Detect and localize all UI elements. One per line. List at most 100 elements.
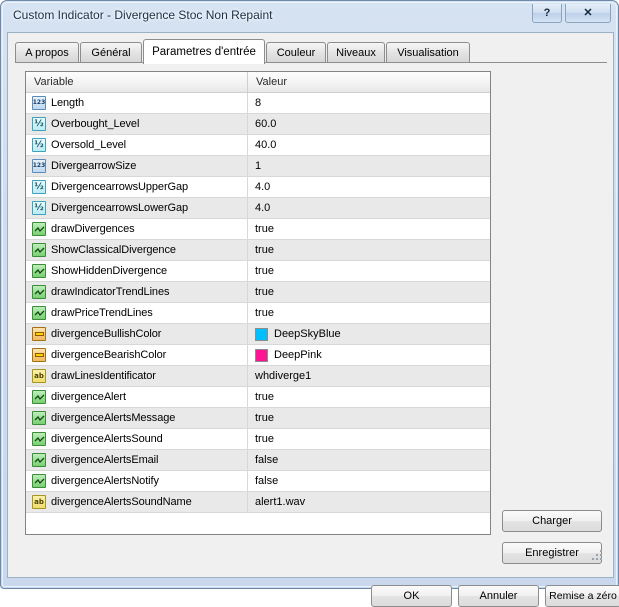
cancel-button[interactable]: Annuler bbox=[458, 585, 539, 607]
table-row[interactable]: 123 DivergearrowSize 1 bbox=[26, 156, 490, 177]
value-cell[interactable]: DeepSkyBlue bbox=[248, 324, 490, 344]
variable-name: Oversold_Level bbox=[51, 139, 127, 151]
value-cell[interactable]: false bbox=[248, 450, 490, 470]
value-cell[interactable]: 4.0 bbox=[248, 198, 490, 218]
table-row[interactable]: divergenceBearishColor DeepPink bbox=[26, 345, 490, 366]
value-cell[interactable]: true bbox=[248, 387, 490, 407]
bool-type-icon bbox=[32, 222, 46, 236]
table-row[interactable]: drawPriceTrendLines true bbox=[26, 303, 490, 324]
value-text: 4.0 bbox=[255, 202, 271, 214]
tab-visualisation[interactable]: Visualisation bbox=[386, 42, 470, 63]
table-row[interactable]: divergenceAlert true bbox=[26, 387, 490, 408]
value-text: true bbox=[255, 433, 274, 445]
variable-cell: ShowClassicalDivergence bbox=[26, 240, 248, 260]
variable-cell: drawPriceTrendLines bbox=[26, 303, 248, 323]
color-type-icon bbox=[32, 348, 46, 362]
variable-name: Length bbox=[51, 97, 85, 109]
tab-bar: A propos Général Parametres d'entrée Couleu… bbox=[15, 39, 607, 64]
load-button[interactable]: Charger bbox=[502, 510, 602, 532]
value-cell[interactable]: whdiverge1 bbox=[248, 366, 490, 386]
variable-cell: ab divergenceAlertsSoundName bbox=[26, 492, 248, 512]
table-row[interactable]: ShowHiddenDivergence true bbox=[26, 261, 490, 282]
variable-cell: divergenceAlert bbox=[26, 387, 248, 407]
variable-cell: ShowHiddenDivergence bbox=[26, 261, 248, 281]
variable-cell: 123 DivergearrowSize bbox=[26, 156, 248, 176]
save-button[interactable]: Enregistrer bbox=[502, 542, 602, 564]
table-row[interactable]: divergenceBullishColor DeepSkyBlue bbox=[26, 324, 490, 345]
variable-name: divergenceAlertsEmail bbox=[51, 454, 159, 466]
variable-name: divergenceAlertsNotify bbox=[51, 475, 159, 487]
value-text: whdiverge1 bbox=[255, 370, 312, 382]
table-row[interactable]: ab drawLinesIdentificator whdiverge1 bbox=[26, 366, 490, 387]
value-cell[interactable]: 8 bbox=[248, 93, 490, 113]
value-cell[interactable]: 4.0 bbox=[248, 177, 490, 197]
value-cell[interactable]: 40.0 bbox=[248, 135, 490, 155]
value-cell[interactable]: true bbox=[248, 261, 490, 281]
ok-button[interactable]: OK bbox=[371, 585, 452, 607]
value-text: DeepPink bbox=[274, 349, 322, 361]
table-row[interactable]: divergenceAlertsEmail false bbox=[26, 450, 490, 471]
variable-name: drawPriceTrendLines bbox=[51, 307, 153, 319]
table-row[interactable]: drawIndicatorTrendLines true bbox=[26, 282, 490, 303]
close-button[interactable]: ✕ bbox=[565, 4, 611, 23]
value-cell[interactable]: 60.0 bbox=[248, 114, 490, 134]
table-row[interactable]: divergenceAlertsMessage true bbox=[26, 408, 490, 429]
int-type-icon: 123 bbox=[32, 96, 46, 110]
variable-name: DivergencearrowsUpperGap bbox=[51, 181, 188, 193]
value-cell[interactable]: true bbox=[248, 408, 490, 428]
table-row[interactable]: ½ Oversold_Level 40.0 bbox=[26, 135, 490, 156]
value-cell[interactable]: DeepPink bbox=[248, 345, 490, 365]
table-row[interactable]: divergenceAlertsSound true bbox=[26, 429, 490, 450]
tab-niveaux[interactable]: Niveaux bbox=[327, 42, 385, 63]
resize-grip-icon[interactable] bbox=[591, 549, 603, 561]
variable-name: divergenceAlertsSound bbox=[51, 433, 163, 445]
value-cell[interactable]: true bbox=[248, 429, 490, 449]
variable-cell: ½ DivergencearrowsUpperGap bbox=[26, 177, 248, 197]
value-cell[interactable]: true bbox=[248, 240, 490, 260]
value-cell[interactable]: false bbox=[248, 471, 490, 491]
table-row[interactable]: ab divergenceAlertsSoundName alert1.wav bbox=[26, 492, 490, 513]
int-type-icon: 123 bbox=[32, 159, 46, 173]
value-text: 1 bbox=[255, 160, 262, 172]
bool-type-icon bbox=[32, 264, 46, 278]
value-text: true bbox=[255, 223, 274, 235]
variable-name: drawDivergences bbox=[51, 223, 135, 235]
bool-type-icon bbox=[32, 285, 46, 299]
value-cell[interactable]: true bbox=[248, 303, 490, 323]
variable-name: divergenceAlert bbox=[51, 391, 126, 403]
close-icon: ✕ bbox=[583, 6, 593, 19]
help-button[interactable]: ? bbox=[532, 4, 562, 23]
table-row[interactable]: 123 Length 8 bbox=[26, 93, 490, 114]
variable-name: Overbought_Level bbox=[51, 118, 140, 130]
color-swatch bbox=[255, 348, 268, 362]
tab-a-propos[interactable]: A propos bbox=[15, 42, 79, 63]
table-row[interactable]: drawDivergences true bbox=[26, 219, 490, 240]
variable-cell: ½ Oversold_Level bbox=[26, 135, 248, 155]
grid-header-row: Variable Valeur bbox=[26, 72, 490, 93]
variable-name: DivergencearrowsLowerGap bbox=[51, 202, 188, 214]
value-text: false bbox=[255, 475, 279, 487]
tab-g-n-ral[interactable]: Général bbox=[80, 42, 142, 63]
tab-couleur[interactable]: Couleur bbox=[266, 42, 326, 63]
color-type-icon-swatch bbox=[34, 353, 44, 357]
value-cell[interactable]: 1 bbox=[248, 156, 490, 176]
column-header-value[interactable]: Valeur bbox=[248, 72, 490, 92]
value-text: 4.0 bbox=[255, 181, 271, 193]
table-row[interactable]: ½ Overbought_Level 60.0 bbox=[26, 114, 490, 135]
value-cell[interactable]: alert1.wav bbox=[248, 492, 490, 512]
column-header-variable[interactable]: Variable bbox=[26, 72, 248, 92]
value-cell[interactable]: true bbox=[248, 282, 490, 302]
bool-type-icon bbox=[32, 411, 46, 425]
bool-type-icon bbox=[32, 453, 46, 467]
double-type-icon: ½ bbox=[32, 201, 46, 215]
variable-name: divergenceBearishColor bbox=[51, 349, 167, 361]
value-text: true bbox=[255, 265, 274, 277]
tab-parametres-d-entr-e[interactable]: Parametres d'entrée bbox=[143, 39, 265, 64]
table-row[interactable]: ½ DivergencearrowsUpperGap 4.0 bbox=[26, 177, 490, 198]
table-row[interactable]: ShowClassicalDivergence true bbox=[26, 240, 490, 261]
value-cell[interactable]: true bbox=[248, 219, 490, 239]
reset-button[interactable]: Remise a zéro bbox=[545, 585, 619, 607]
bool-type-icon bbox=[32, 243, 46, 257]
table-row[interactable]: ½ DivergencearrowsLowerGap 4.0 bbox=[26, 198, 490, 219]
table-row[interactable]: divergenceAlertsNotify false bbox=[26, 471, 490, 492]
